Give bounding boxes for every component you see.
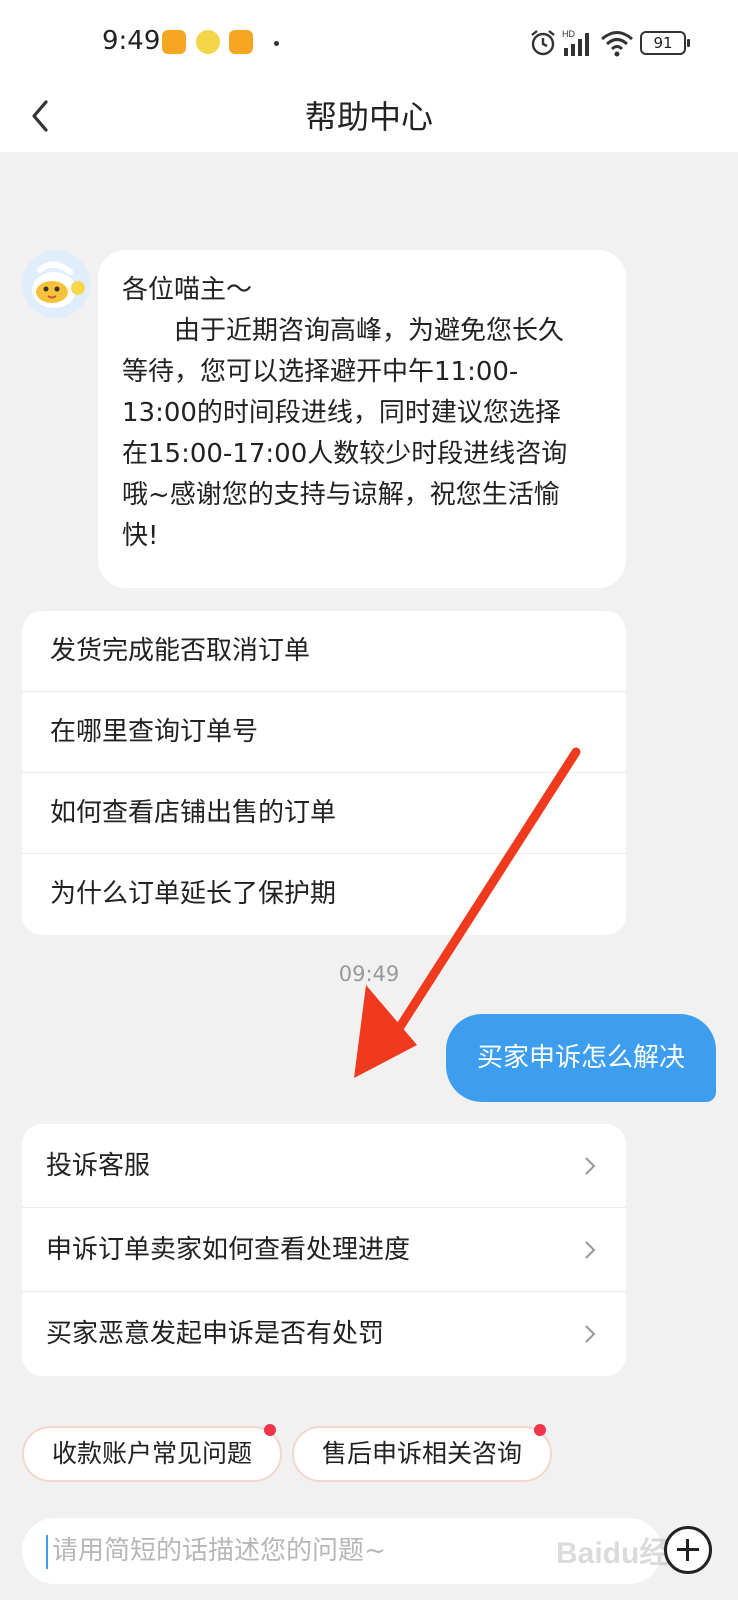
answer-item[interactable]: 投诉客服 [22, 1124, 626, 1208]
answer-item[interactable]: 申诉订单卖家如何查看处理进度 [22, 1208, 626, 1292]
message-line: 等待，您可以选择避开中午11:00- [122, 357, 519, 387]
new-badge-dot [264, 1424, 276, 1436]
faq-suggestion-card: 发货完成能否取消订单 在哪里查询订单号 如何查看店铺出售的订单 为什么订单延长了… [22, 611, 626, 935]
message-line: 13:00的时间段进线，同时建议您选择 [122, 398, 561, 428]
answer-item[interactable]: 买家恶意发起申诉是否有处罚 [22, 1292, 626, 1376]
message-line: 由于近期咨询高峰，为避免您长久 [122, 316, 565, 346]
more-notifications-dot [274, 41, 279, 46]
notification-app-icon [196, 30, 220, 54]
wifi-icon [601, 31, 633, 57]
chip-label: 售后申诉相关咨询 [321, 1439, 522, 1468]
bot-avatar [22, 250, 90, 318]
answer-item-label: 买家恶意发起申诉是否有处罚 [46, 1319, 385, 1349]
message-input[interactable] [52, 1518, 632, 1584]
battery-icon: 91 [640, 31, 690, 55]
text-caret [46, 1535, 48, 1569]
faq-item[interactable]: 为什么订单延长了保护期 [22, 854, 626, 935]
alarm-icon [531, 30, 555, 56]
message-line: 哦~感谢您的支持与谅解，祝您生活愉 [122, 480, 560, 510]
message-line: 在15:00-17:00人数较少时段进线咨询 [122, 439, 568, 469]
user-message-bubble: 买家申诉怎么解决 [446, 1014, 716, 1102]
add-attachment-button[interactable] [664, 1526, 712, 1574]
chevron-right-icon [585, 1325, 596, 1343]
message-timestamp: 09:49 [338, 962, 400, 986]
notification-app-icon [229, 30, 253, 54]
faq-item[interactable]: 发货完成能否取消订单 [22, 611, 626, 692]
bot-message-bubble: 各位喵主～ 由于近期咨询高峰，为避免您长久 等待，您可以选择避开中午11:00-… [98, 250, 626, 588]
quick-topic-chip[interactable]: 售后申诉相关咨询 [292, 1424, 552, 1482]
quick-topic-chip[interactable]: 收款账户常见问题 [22, 1424, 282, 1482]
message-line: 快! [122, 521, 159, 551]
signal-hd-icon: HD [562, 29, 589, 56]
answer-item-label: 投诉客服 [46, 1151, 151, 1181]
status-bar: 9:49 HD 91 [0, 0, 738, 80]
notification-app-icon [162, 30, 186, 54]
answer-suggestion-card: 投诉客服 申诉订单卖家如何查看处理进度 买家恶意发起申诉是否有处罚 [22, 1124, 626, 1376]
bot-mascot-icon [22, 250, 90, 318]
svg-text:HD: HD [562, 29, 575, 39]
chevron-right-icon [585, 1156, 596, 1175]
message-line: 各位喵主～ [122, 275, 253, 305]
status-time: 9:49 [102, 26, 161, 56]
faq-item[interactable]: 如何查看店铺出售的订单 [22, 773, 626, 854]
page-title: 帮助中心 [304, 98, 433, 136]
new-badge-dot [534, 1424, 546, 1436]
faq-item[interactable]: 在哪里查询订单号 [22, 692, 626, 773]
chip-label: 收款账户常见问题 [51, 1439, 252, 1468]
chevron-right-icon [585, 1240, 596, 1259]
navigation-header: 帮助中心 [0, 80, 738, 152]
answer-item-label: 申诉订单卖家如何查看处理进度 [46, 1235, 411, 1265]
